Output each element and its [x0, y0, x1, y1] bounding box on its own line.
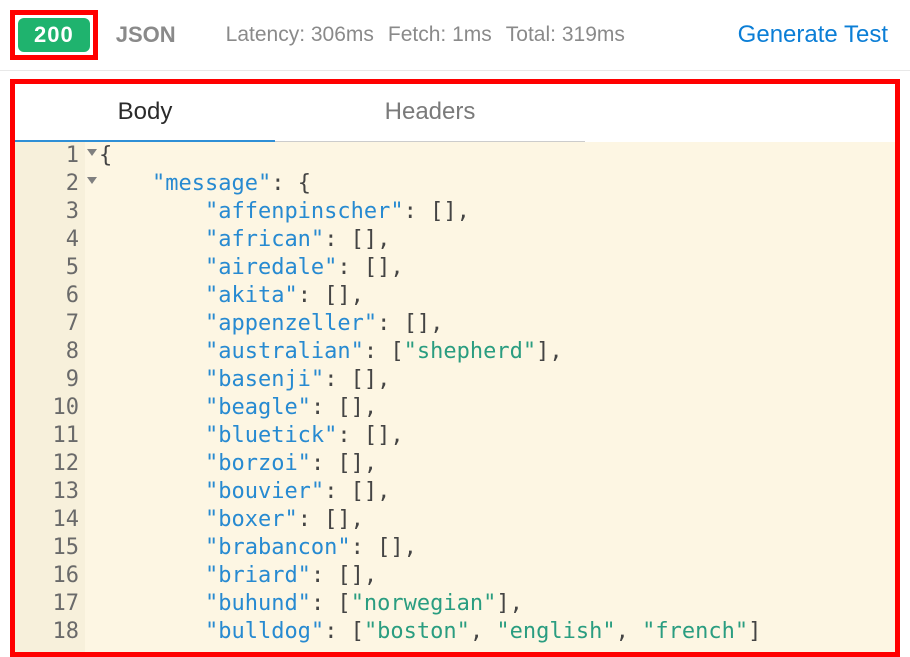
line-number: 9	[15, 366, 85, 394]
line-number: 11	[15, 422, 85, 450]
line-number: 16	[15, 562, 85, 590]
tab-body[interactable]: Body	[15, 84, 275, 142]
json-editor[interactable]: 123456789101112131415161718 { "message":…	[15, 142, 895, 652]
line-number: 15	[15, 534, 85, 562]
line-number: 13	[15, 478, 85, 506]
line-number: 17	[15, 590, 85, 618]
code-line[interactable]: "airedale": [],	[99, 254, 895, 282]
code-line[interactable]: "appenzeller": [],	[99, 310, 895, 338]
fetch-label: Fetch: 1ms	[388, 23, 492, 47]
line-number: 7	[15, 310, 85, 338]
line-number: 1	[15, 142, 85, 170]
code-line[interactable]: "affenpinscher": [],	[99, 198, 895, 226]
code-line[interactable]: "bluetick": [],	[99, 422, 895, 450]
code-line[interactable]: "brabancon": [],	[99, 534, 895, 562]
tab-headers[interactable]: Headers	[275, 84, 585, 142]
total-label: Total: 319ms	[506, 23, 625, 47]
line-number: 5	[15, 254, 85, 282]
line-number: 10	[15, 394, 85, 422]
response-panel: Body Headers 123456789101112131415161718…	[10, 79, 900, 657]
line-number: 2	[15, 170, 85, 198]
code-content[interactable]: { "message": { "affenpinscher": [], "afr…	[85, 142, 895, 652]
code-line[interactable]: "akita": [],	[99, 282, 895, 310]
code-line[interactable]: "bouvier": [],	[99, 478, 895, 506]
code-line[interactable]: "message": {	[99, 170, 895, 198]
line-number: 18	[15, 618, 85, 646]
status-code-badge: 200	[18, 18, 90, 52]
latency-label: Latency: 306ms	[226, 23, 374, 47]
timing-block: Latency: 306ms Fetch: 1ms Total: 319ms	[226, 23, 625, 47]
line-number: 8	[15, 338, 85, 366]
status-highlight-box: 200	[10, 10, 98, 60]
fold-icon[interactable]	[87, 149, 97, 156]
code-line[interactable]: {	[99, 142, 895, 170]
code-line[interactable]: "boxer": [],	[99, 506, 895, 534]
code-line[interactable]: "australian": ["shepherd"],	[99, 338, 895, 366]
code-line[interactable]: "briard": [],	[99, 562, 895, 590]
code-line[interactable]: "bulldog": ["boston", "english", "french…	[99, 618, 895, 646]
response-tabs: Body Headers	[15, 84, 895, 142]
generate-test-link[interactable]: Generate Test	[738, 21, 888, 49]
line-number: 12	[15, 450, 85, 478]
line-number: 3	[15, 198, 85, 226]
line-number-gutter: 123456789101112131415161718	[15, 142, 85, 652]
response-header: 200 JSON Latency: 306ms Fetch: 1ms Total…	[0, 0, 910, 71]
code-line[interactable]: "basenji": [],	[99, 366, 895, 394]
code-line[interactable]: "african": [],	[99, 226, 895, 254]
line-number: 6	[15, 282, 85, 310]
response-format-label: JSON	[116, 22, 176, 48]
code-line[interactable]: "beagle": [],	[99, 394, 895, 422]
fold-icon[interactable]	[87, 177, 97, 184]
code-line[interactable]: "buhund": ["norwegian"],	[99, 590, 895, 618]
line-number: 14	[15, 506, 85, 534]
line-number: 4	[15, 226, 85, 254]
code-line[interactable]: "borzoi": [],	[99, 450, 895, 478]
tab-spacer	[585, 84, 895, 142]
